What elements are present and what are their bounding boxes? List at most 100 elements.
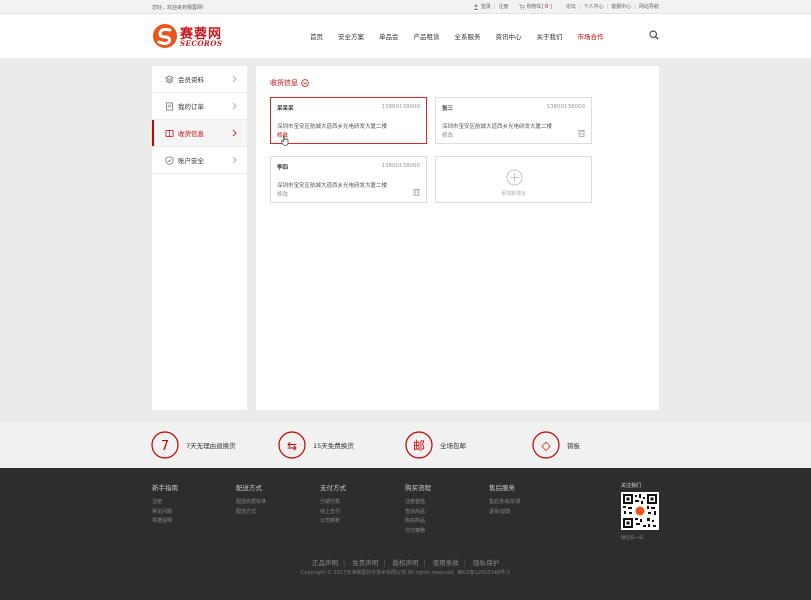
service-item-free-shipping: 邮 全场包邮 [405, 431, 466, 459]
service-label: 铜板 [567, 442, 580, 450]
service-item-coins: ◇ 铜板 [532, 431, 580, 459]
nav-single-item[interactable]: 单品会 [379, 31, 399, 41]
footer-column-title: 新手指南 [152, 484, 178, 492]
stack-icon [165, 74, 174, 84]
footer-bottom-link[interactable]: 隐私保护 [473, 559, 499, 567]
footer-column-purchase: 购买流程 注册登陆 查找商品 购买商品 交付策略 [405, 482, 431, 536]
user-icon [473, 3, 479, 10]
nav-home[interactable]: 首页 [310, 31, 323, 41]
footer-column-title: 售后服务 [489, 484, 515, 492]
site-nav-link[interactable]: 网站导航 [639, 3, 659, 10]
sidebar-item-member-info[interactable]: 会员资料 [152, 66, 247, 93]
trash-icon[interactable] [578, 129, 585, 137]
address-card[interactable]: 李四 13800138000 深圳市宝安区航城大道西乡光电研发大厦二楼 修改 [270, 156, 427, 203]
footer-link[interactable]: 交付策略 [405, 527, 431, 537]
footer-link[interactable]: 退货/退款 [489, 508, 521, 518]
edit-address-link[interactable]: 修改 [442, 131, 453, 139]
panel-title: 收货信息 [270, 78, 309, 88]
header: 赛蓉网 SECOROS 首页 安全方案 单品会 产品租赁 全系服务 资讯中心 关… [0, 14, 811, 58]
address-text: 深圳市宝安区航城大道西乡光电研发大厦二楼 [277, 183, 388, 189]
nav-rental[interactable]: 产品租赁 [414, 31, 440, 41]
cart-icon [518, 3, 525, 10]
nav-market-cooperation[interactable]: 市场合作 [578, 31, 604, 41]
chevron-right-icon [232, 156, 237, 164]
chevron-right-icon [232, 129, 237, 137]
address-name: 李四 [277, 165, 289, 171]
svg-text:邮: 邮 [413, 439, 425, 453]
forum-link[interactable]: 论坛 [566, 3, 576, 10]
service-item-return: 7 7天无理由退换货 [151, 431, 236, 459]
follow-us-title: 关注我们 [621, 483, 642, 489]
shipping-info-panel: 收货信息 呆呆呆 13800138000 深圳市宝安区航城大道西乡光电研发大厦二… [256, 66, 659, 410]
footer-bottom-link[interactable]: 正品声明 [312, 559, 338, 567]
address-phone: 13800138000 [381, 163, 421, 169]
logo-emblem-icon [153, 24, 177, 48]
welcome-text: 您好，欢迎来到赛蓉网! [152, 5, 205, 11]
plus-circle-icon [506, 169, 523, 186]
footer-link[interactable]: 票据说明 [152, 517, 178, 527]
footer-link[interactable]: 配送收费标准 [236, 498, 266, 508]
footer-link[interactable]: 注册 [152, 498, 178, 508]
address-phone: 13800138000 [546, 104, 586, 110]
follow-us: 关注我们 微信扫一扫 [621, 482, 659, 541]
footer-column-title: 配送方式 [236, 484, 262, 492]
footer-bottom-link[interactable]: 使用条款 [433, 559, 459, 567]
sidebar-item-shipping-info[interactable]: 收货信息 [152, 120, 247, 147]
footer-link[interactable]: 公司转账 [320, 517, 346, 527]
top-links: 登录 | 注册 购物车[ 0 ] 论坛 | 个人中心 | 客服中心 | 网站导航 [473, 3, 659, 10]
top-bar: 您好，欢迎来到赛蓉网! 登录 | 注册 购物车[ 0 ] 论坛 | 个人中心 |… [0, 0, 811, 14]
sidebar-item-account-security[interactable]: 账户安全 [152, 147, 247, 174]
footer-link[interactable]: 分期付款 [320, 498, 346, 508]
diamond-icon: ◇ [532, 431, 560, 459]
footer-link[interactable]: 配送方式 [236, 508, 266, 518]
hand-cursor-icon [281, 135, 289, 146]
chevron-right-icon [232, 102, 237, 110]
wechat-qr-code [621, 492, 659, 530]
add-address-label: 添加新地址 [500, 191, 526, 197]
add-address-card[interactable]: 添加新地址 [435, 156, 592, 203]
login-link[interactable]: 登录 [481, 3, 491, 10]
footer-column-after-sales: 售后服务 售后咨询/反馈 退货/退款 [489, 482, 521, 517]
logo-subtext: SECOROS [180, 39, 223, 48]
footer-link[interactable]: 注册登陆 [405, 498, 431, 508]
footer-link[interactable]: 常见问题 [152, 508, 178, 518]
footer-column-title: 购买流程 [405, 484, 431, 492]
footer-column-title: 支付方式 [320, 484, 346, 492]
edit-address-link[interactable]: 修改 [277, 190, 288, 198]
footer-link[interactable]: 购买商品 [405, 517, 431, 527]
cart-link[interactable]: 购物车[ 0 ] [527, 3, 552, 10]
service-label: 15天免费换货 [313, 442, 354, 450]
mail-icon: 邮 [405, 431, 433, 459]
shield-icon [165, 155, 174, 165]
search-icon[interactable] [649, 30, 659, 40]
footer-link[interactable]: 售后咨询/反馈 [489, 498, 521, 508]
footer-bottom-link[interactable]: 版权声明 [393, 559, 419, 567]
footer-column-delivery: 配送方式 配送收费标准 配送方式 [236, 482, 266, 517]
footer-column-guide: 新手指南 注册 常见问题 票据说明 [152, 482, 178, 527]
address-card[interactable]: 张三 13800138000 深圳市宝安区航城大道西乡光电研发大厦二楼 修改 [435, 97, 592, 144]
footer-link[interactable]: 线上支付 [320, 508, 346, 518]
footer-bottom-links: 正品声明 | 免责声明 | 版权声明 | 使用条款 | 隐私保护 [311, 559, 500, 567]
sidebar-item-my-orders[interactable]: 我的订单 [152, 93, 247, 120]
address-card[interactable]: 呆呆呆 13800138000 深圳市宝安区航城大道西乡光电研发大厦二楼 修改 [270, 97, 427, 144]
nav-about[interactable]: 关于我们 [537, 31, 563, 41]
trash-icon[interactable] [413, 188, 420, 196]
nav-services[interactable]: 全系服务 [455, 31, 481, 41]
logo[interactable]: 赛蓉网 SECOROS [152, 22, 242, 50]
nav-news[interactable]: 资讯中心 [496, 31, 522, 41]
footer-link[interactable]: 查找商品 [405, 508, 431, 518]
service-center-link[interactable]: 客服中心 [611, 3, 631, 10]
user-center-link[interactable]: 个人中心 [584, 3, 604, 10]
svg-text:◇: ◇ [541, 439, 551, 453]
sidebar-item-label: 我的订单 [178, 103, 204, 111]
service-label: 全场包邮 [440, 442, 466, 450]
nav-security-solutions[interactable]: 安全方案 [338, 31, 364, 41]
register-link[interactable]: 注册 [499, 3, 509, 10]
sidebar-item-label: 账户安全 [178, 157, 204, 165]
chevron-down-circle-icon[interactable] [301, 79, 309, 87]
footer-bottom-link[interactable]: 免责声明 [352, 559, 378, 567]
copyright: Copyright © 2017天津赛蓉软件技术有限公司 All rights … [300, 570, 511, 576]
address-name: 张三 [442, 106, 454, 112]
svg-text:7: 7 [161, 439, 169, 454]
sidebar-item-label: 会员资料 [178, 76, 204, 84]
